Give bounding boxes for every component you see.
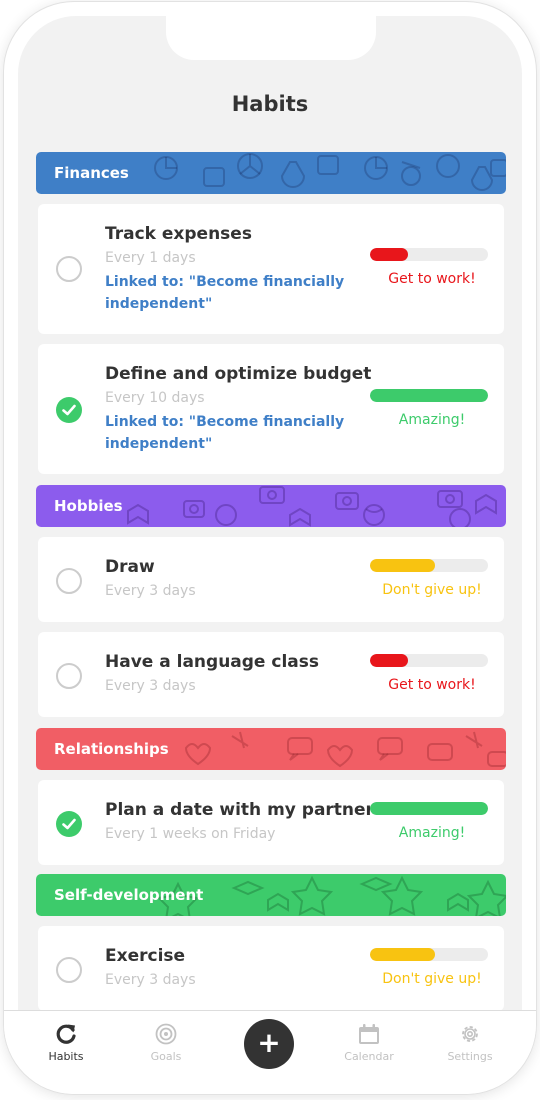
habit-linked-goal[interactable]: Linked to: "Become financially independe… <box>105 271 355 315</box>
habit-card[interactable]: Have a language class Every 3 days Get t… <box>38 632 504 717</box>
section-header-hobbies: Hobbies <box>36 485 506 527</box>
habit-status: Don't give up! <box>382 582 482 598</box>
habit-title: Have a language class <box>105 652 319 672</box>
habit-title: Exercise <box>105 946 186 966</box>
notch <box>166 16 376 60</box>
habit-card[interactable]: Draw Every 3 days Don't give up! <box>38 537 504 622</box>
progress-fill <box>370 654 408 667</box>
linked-goal-line: Linked to: "Become financially <box>105 274 345 290</box>
habit-checkbox[interactable] <box>56 957 82 983</box>
page-title: Habits <box>231 92 309 116</box>
add-habit-button[interactable]: + <box>244 1019 294 1069</box>
habit-card[interactable]: Track expenses Every 1 days Linked to: "… <box>38 204 504 334</box>
phone-frame: Habits Finances Track expenses Every 1 d… <box>4 2 536 1094</box>
linked-goal-line: independent" <box>105 296 213 312</box>
habit-checkbox-checked[interactable] <box>56 397 82 423</box>
habit-checkbox[interactable] <box>56 663 82 689</box>
tab-habits[interactable]: Habits <box>26 1021 106 1063</box>
target-icon <box>155 1023 177 1045</box>
checkmark-icon <box>62 404 76 416</box>
progress-bar <box>370 389 488 402</box>
progress-bar <box>370 802 488 815</box>
app-screen: Habits Finances Track expenses Every 1 d… <box>18 16 522 1078</box>
progress-fill <box>370 802 488 815</box>
habit-card[interactable]: Define and optimize budget Every 10 days… <box>38 344 504 474</box>
section-title: Relationships <box>54 740 169 758</box>
habit-frequency: Every 10 days <box>105 390 205 406</box>
habit-frequency: Every 1 weeks on Friday <box>105 826 276 842</box>
progress-bar <box>370 248 488 261</box>
habit-frequency: Every 1 days <box>105 250 196 266</box>
linked-goal-line: Linked to: "Become financially <box>105 414 345 430</box>
progress-bar <box>370 654 488 667</box>
habit-frequency: Every 3 days <box>105 583 196 599</box>
habit-linked-goal[interactable]: Linked to: "Become financially independe… <box>105 411 355 455</box>
bottom-tab-bar: Habits Goals + Calendar Settings <box>4 1010 536 1094</box>
checkmark-icon <box>62 818 76 830</box>
habit-status: Get to work! <box>388 677 476 693</box>
habit-title: Define and optimize budget <box>105 364 372 384</box>
habit-card[interactable]: Plan a date with my partner Every 1 week… <box>38 780 504 865</box>
section-title: Finances <box>54 164 129 182</box>
tab-label: Calendar <box>344 1050 394 1063</box>
habit-status: Amazing! <box>398 412 466 428</box>
section-header-self-development: Self-development <box>36 874 506 916</box>
tab-label: Goals <box>150 1050 182 1063</box>
habit-frequency: Every 3 days <box>105 972 196 988</box>
tab-calendar[interactable]: Calendar <box>329 1021 409 1063</box>
habit-checkbox[interactable] <box>56 256 82 282</box>
gear-icon <box>462 1026 478 1042</box>
progress-bar <box>370 948 488 961</box>
section-title: Self-development <box>54 886 204 904</box>
habit-checkbox-checked[interactable] <box>56 811 82 837</box>
tab-goals[interactable]: Goals <box>126 1021 206 1063</box>
habit-title: Track expenses <box>105 224 252 244</box>
progress-bar <box>370 559 488 572</box>
habit-title: Draw <box>105 557 155 577</box>
habit-checkbox[interactable] <box>56 568 82 594</box>
linked-goal-line: independent" <box>105 436 213 452</box>
calendar-icon <box>359 1024 379 1044</box>
progress-fill <box>370 389 488 402</box>
habit-status: Don't give up! <box>382 971 482 987</box>
habit-frequency: Every 3 days <box>105 678 196 694</box>
habit-card[interactable]: Exercise Every 3 days Don't give up! <box>38 926 504 1011</box>
tab-label: Habits <box>48 1050 84 1063</box>
progress-fill <box>370 248 408 261</box>
section-title: Hobbies <box>54 497 123 515</box>
tab-label: Settings <box>447 1050 493 1063</box>
habit-status: Get to work! <box>388 271 476 287</box>
section-header-relationships: Relationships <box>36 728 506 770</box>
refresh-icon <box>56 1024 76 1044</box>
habit-title: Plan a date with my partner <box>105 800 374 820</box>
habit-status: Amazing! <box>398 825 466 841</box>
tab-settings[interactable]: Settings <box>430 1021 510 1063</box>
progress-fill <box>370 559 435 572</box>
progress-fill <box>370 948 435 961</box>
section-header-finances: Finances <box>36 152 506 194</box>
